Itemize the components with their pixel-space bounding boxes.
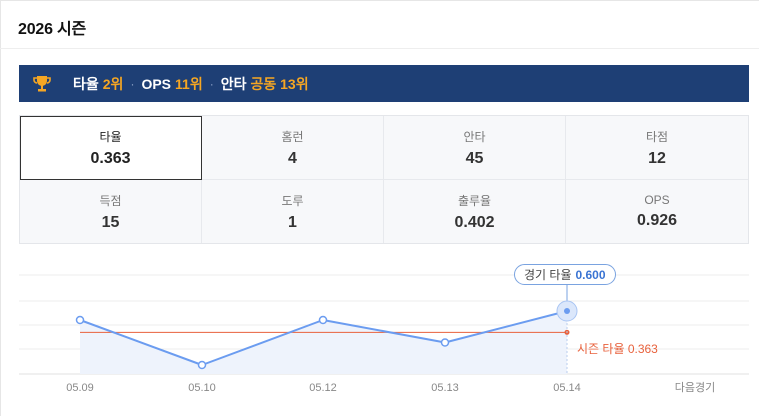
rank-value: 공동 13위 xyxy=(250,75,309,92)
tooltip-value: 0.600 xyxy=(575,267,606,282)
rank-hits: 안타 공동 13위 xyxy=(221,74,309,94)
stat-label: 타점 xyxy=(645,129,669,144)
stat-label: OPS xyxy=(644,193,670,207)
rank-batting-average: 타율 2위 xyxy=(73,74,123,94)
stats-grid: 타율 0.363 홈런 4 안타 45 타점 12 득점 15 도루 1 출루율… xyxy=(19,115,749,244)
stat-tab-batting-average[interactable]: 타율 0.363 xyxy=(20,116,202,180)
stat-value: 0.363 xyxy=(90,149,131,167)
rank-value: 2위 xyxy=(102,75,124,92)
x-tick-label: 05.09 xyxy=(66,382,94,394)
stat-value: 0.402 xyxy=(454,213,495,231)
season-title: 2026 시즌 xyxy=(18,21,87,38)
x-tick-label: 05.12 xyxy=(309,382,337,394)
rank-separator: · xyxy=(209,76,214,91)
stat-value: 4 xyxy=(288,149,297,167)
stat-tab-on-base-percentage[interactable]: 출루율 0.402 xyxy=(384,180,566,243)
stat-value: 1 xyxy=(288,213,297,231)
stat-tab-ops[interactable]: OPS 0.926 xyxy=(566,180,748,243)
rank-value: 11위 xyxy=(175,75,203,92)
stat-tab-runs[interactable]: 득점 15 xyxy=(20,180,202,243)
stat-label: 홈런 xyxy=(281,129,304,144)
stat-tab-hits[interactable]: 안타 45 xyxy=(384,116,566,180)
rank-label: 안타 xyxy=(220,75,247,92)
game-average-tooltip: 경기 타율 0.600 xyxy=(514,264,616,285)
chart-svg: 05.09 05.10 05.12 05.13 05.14 다음경기 xyxy=(19,274,749,394)
tooltip-label: 경기 타율 xyxy=(524,268,572,282)
stat-value: 12 xyxy=(648,149,666,167)
rank-summary-bar: 타율 2위 · OPS 11위 · 안타 공동 13위 xyxy=(19,65,749,102)
card-header: 2026 시즌 xyxy=(0,0,759,49)
stat-label: 안타 xyxy=(463,129,486,144)
stat-label: 득점 xyxy=(99,193,122,208)
stat-value: 45 xyxy=(465,149,484,167)
season-average-label: 시즌 타율 0.363 xyxy=(577,342,658,356)
data-point xyxy=(318,315,328,325)
data-point xyxy=(440,338,450,347)
x-tick-label: 05.13 xyxy=(431,382,459,394)
stat-tab-stolen-bases[interactable]: 도루 1 xyxy=(202,180,384,243)
stat-tab-home-runs[interactable]: 홈런 4 xyxy=(202,116,384,180)
stat-label: 도루 xyxy=(281,193,304,208)
rank-label: 타율 xyxy=(73,75,99,92)
stat-tab-rbi[interactable]: 타점 12 xyxy=(566,116,748,180)
data-point xyxy=(564,308,570,314)
stat-value: 15 xyxy=(101,213,120,231)
x-tick-label: 05.14 xyxy=(553,382,581,394)
rank-separator: · xyxy=(130,76,135,91)
batting-average-chart: 05.09 05.10 05.12 05.13 05.14 다음경기 경기 타율 0.60… xyxy=(0,256,759,416)
x-tick-label-next-game: 다음경기 xyxy=(675,381,715,394)
stat-label: 타율 xyxy=(99,129,122,144)
rank-label: OPS xyxy=(141,75,172,92)
rank-ops: OPS 11위 xyxy=(141,74,202,94)
data-point xyxy=(197,360,207,370)
stat-label: 출루율 xyxy=(457,193,492,208)
x-tick-label: 05.10 xyxy=(188,382,216,394)
data-point xyxy=(75,315,85,325)
stat-value: 0.926 xyxy=(636,212,678,229)
trophy-icon xyxy=(31,73,53,95)
